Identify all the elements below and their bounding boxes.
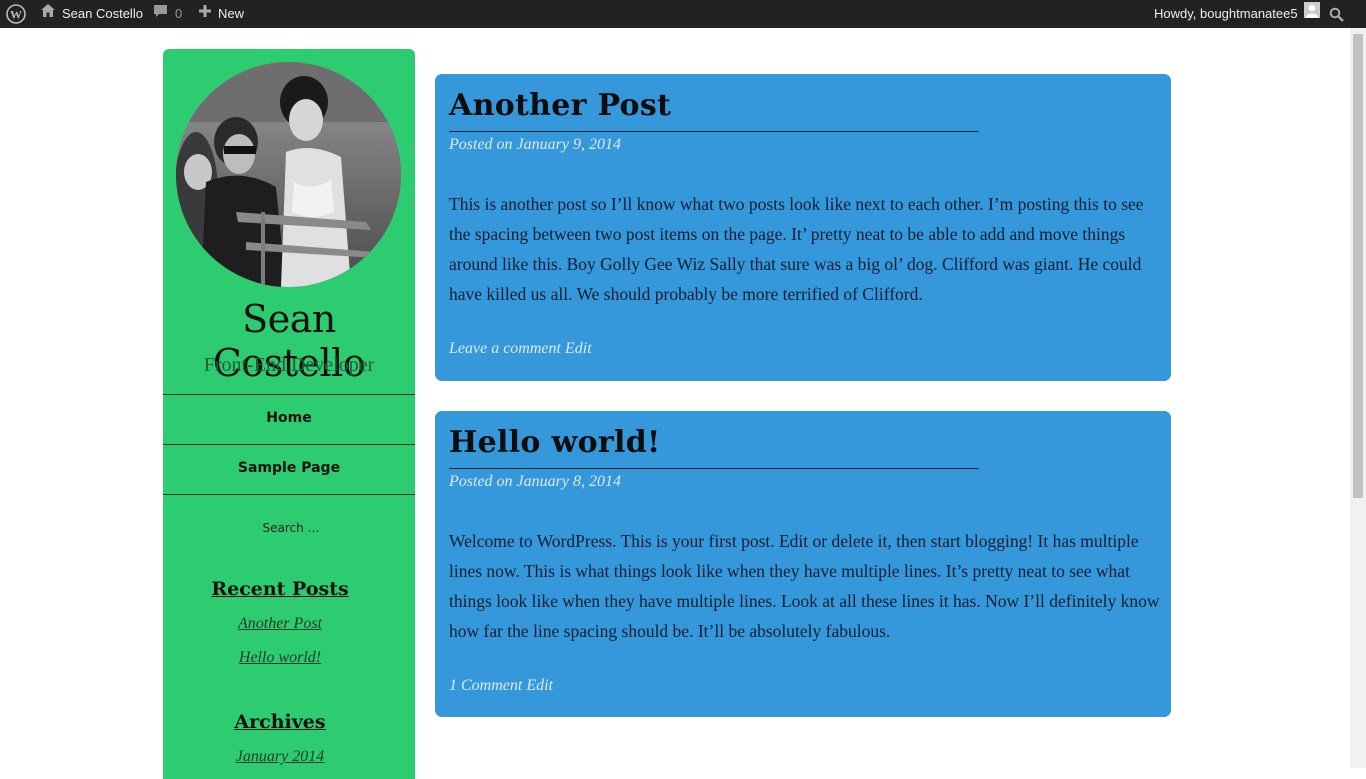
home-icon bbox=[40, 0, 56, 28]
comments-count: 0 bbox=[175, 6, 183, 21]
account-menu[interactable]: Howdy, boughtmanatee5 bbox=[1154, 0, 1320, 28]
post-footer: Leave a comment Edit bbox=[449, 340, 596, 358]
post-date[interactable]: January 9, 2014 bbox=[517, 136, 621, 153]
post-date[interactable]: January 8, 2014 bbox=[517, 473, 621, 490]
admin-bar: W Sean Costello 0 New Howdy, boughtmanat… bbox=[0, 0, 1366, 28]
nav-item-sample-page[interactable]: Sample Page bbox=[163, 444, 415, 494]
recent-posts-heading: Recent Posts bbox=[211, 578, 349, 600]
nav-divider bbox=[163, 494, 415, 495]
comments-link[interactable]: Leave a comment bbox=[449, 340, 561, 357]
archive-link[interactable]: January 2014 bbox=[163, 748, 397, 766]
edit-link[interactable]: Edit bbox=[565, 340, 592, 357]
scrollbar-thumb[interactable] bbox=[1353, 34, 1363, 498]
archives-heading: Archives bbox=[234, 711, 326, 733]
wordpress-logo-icon[interactable]: W bbox=[6, 0, 26, 28]
post-card: Hello world! Posted on January 8, 2014 W… bbox=[435, 411, 1171, 717]
nav-item-home[interactable]: Home bbox=[163, 394, 415, 444]
post-footer: 1 Comment Edit bbox=[449, 677, 557, 695]
recent-post-link[interactable]: Hello world! bbox=[163, 649, 397, 667]
recent-post-link[interactable]: Another Post bbox=[163, 615, 397, 633]
user-avatar-icon bbox=[1303, 0, 1320, 28]
new-content-link[interactable]: New bbox=[198, 0, 244, 28]
post-title[interactable]: Hello world! bbox=[449, 425, 660, 460]
comment-icon bbox=[153, 0, 168, 28]
svg-text:W: W bbox=[10, 8, 22, 22]
site-name-label: Sean Costello bbox=[62, 6, 143, 21]
edit-link[interactable]: Edit bbox=[526, 677, 553, 694]
post-card: Another Post Posted on January 9, 2014 T… bbox=[435, 74, 1171, 381]
sidebar: Sean Costello Front-End Developer Home S… bbox=[163, 49, 415, 779]
title-divider bbox=[449, 131, 979, 132]
posted-on-label: Posted on bbox=[449, 473, 513, 490]
posted-on-label: Posted on bbox=[449, 136, 513, 153]
howdy-greeting: Howdy, boughtmanatee5 bbox=[1154, 6, 1298, 21]
post-meta: Posted on January 8, 2014 bbox=[449, 473, 621, 491]
post-content: This is another post so I’ll know what t… bbox=[449, 194, 1144, 304]
new-label: New bbox=[218, 6, 245, 21]
page-scrollbar[interactable] bbox=[1350, 28, 1366, 768]
comments-link[interactable]: 1 Comment bbox=[449, 677, 522, 694]
title-divider bbox=[449, 468, 979, 469]
site-home-link[interactable]: Sean Costello bbox=[40, 0, 143, 28]
post-content: Welcome to WordPress. This is your first… bbox=[449, 531, 1160, 641]
comments-link[interactable]: 0 bbox=[153, 0, 182, 28]
profile-photo bbox=[176, 62, 401, 287]
search-icon[interactable] bbox=[1329, 0, 1344, 28]
plus-icon bbox=[198, 0, 212, 28]
post-title[interactable]: Another Post bbox=[449, 88, 671, 123]
site-description: Front-End Developer bbox=[203, 354, 375, 376]
search-input[interactable] bbox=[209, 515, 373, 541]
post-meta: Posted on January 9, 2014 bbox=[449, 136, 621, 154]
